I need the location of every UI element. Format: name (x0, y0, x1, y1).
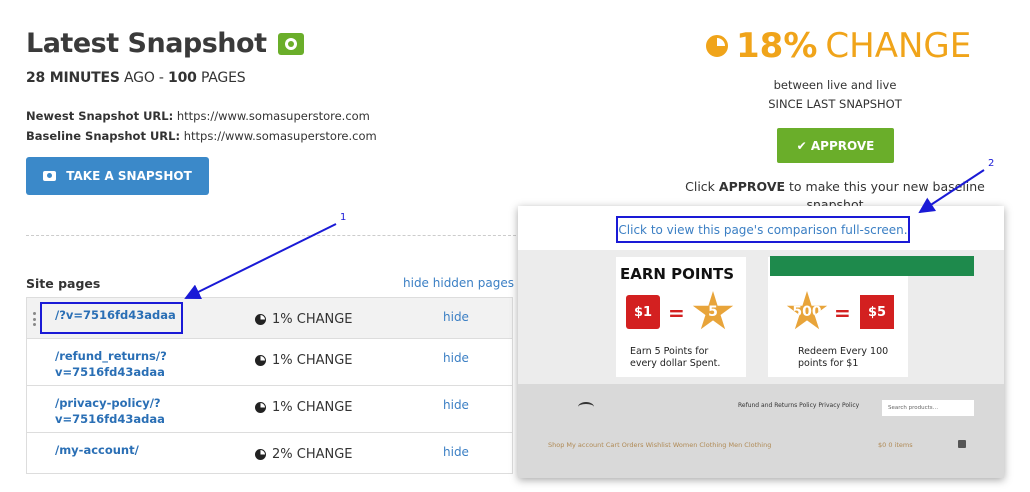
take-snapshot-label: TAKE A SNAPSHOT (66, 169, 192, 183)
site-logo-icon (578, 402, 594, 412)
site-search-input: Search products… (882, 400, 974, 416)
annotation-highlight-1 (40, 302, 183, 334)
earn-points-banner: EARN POINTS $1 = 5 Earn 5 Points for eve… (616, 257, 746, 377)
page-change-value: 1% CHANGE (272, 353, 353, 368)
page-change: 2% CHANGE (255, 447, 353, 462)
newest-url-label: Newest Snapshot URL: (26, 109, 174, 123)
cart-icon (958, 440, 966, 448)
time-ago-suffix: AGO (124, 70, 155, 86)
earn-points-title: EARN POINTS (620, 265, 735, 283)
table-row: /my-account/ 2% CHANGE hide (27, 433, 512, 473)
page-screenshot-preview: EARN POINTS $1 = 5 Earn 5 Points for eve… (518, 250, 1004, 478)
site-footer-links: Refund and Returns Policy Privacy Policy (738, 402, 860, 409)
approve-note: Click APPROVE to make this your new base… (660, 178, 1010, 206)
site-pages-heading: Site pages (26, 276, 101, 291)
earn-caption-line-1: Earn 5 Points for (630, 346, 709, 357)
equals-sign: = (668, 301, 685, 325)
comparison-line: between live and live (773, 78, 897, 92)
overall-change-percent: 18% (736, 26, 818, 66)
snapshot-meta: 28 MINUTES AGO - 100 PAGES (26, 70, 246, 86)
equals-sign: = (834, 301, 851, 325)
page-change: 1% CHANGE (255, 400, 353, 415)
page-path-link[interactable]: /refund_returns/?v=7516fd43adaa (55, 348, 205, 380)
approve-note-suffix: to make this your new baseline snapshot (789, 179, 985, 206)
overall-change-word: CHANGE (825, 26, 972, 66)
earn-caption-line-2: every dollar Spent. (630, 358, 721, 369)
annotation-marker-1: 1 (340, 212, 347, 223)
time-ago-value: 28 MINUTES (26, 70, 120, 86)
newest-snapshot-url: Newest Snapshot URL: https://www.somasup… (26, 109, 370, 123)
site-announcement-bar (770, 256, 974, 276)
hide-hidden-pages-link[interactable]: hide hidden pages (403, 276, 514, 290)
points-star-icon: 500 (786, 291, 828, 330)
pie-chart-icon (255, 402, 266, 413)
hide-page-link[interactable]: hide (443, 398, 469, 412)
page-change-value: 2% CHANGE (272, 447, 353, 462)
approve-button[interactable]: ✔ APPROVE (777, 128, 894, 163)
page-path-link[interactable]: /my-account/ (55, 442, 205, 458)
redeem-caption-line-1: Redeem Every 100 (798, 346, 889, 357)
table-row: /refund_returns/?v=7516fd43adaa 1% CHANG… (27, 339, 512, 386)
points-star-icon: 5 (692, 291, 734, 330)
drag-handle-icon[interactable] (33, 312, 37, 326)
site-menu: Shop My account Cart Orders Wishlist Wom… (548, 441, 772, 449)
redeem-caption: Redeem Every 100 points for $1 (798, 346, 888, 370)
page-change-value: 1% CHANGE (272, 400, 353, 415)
pages-count: 100 (168, 70, 197, 86)
hide-page-link[interactable]: hide (443, 351, 469, 365)
approve-note-bold: APPROVE (718, 179, 786, 194)
table-row: /privacy-policy/?v=7516fd43adaa 1% CHANG… (27, 386, 512, 433)
page-change: 1% CHANGE (255, 353, 353, 368)
take-snapshot-button[interactable]: TAKE A SNAPSHOT (26, 157, 209, 195)
page-path-link[interactable]: /privacy-policy/?v=7516fd43adaa (55, 395, 205, 427)
baseline-url-value: https://www.somasuperstore.com (183, 129, 377, 143)
hide-page-link[interactable]: hide (443, 310, 469, 324)
earn-caption: Earn 5 Points for every dollar Spent. (630, 346, 720, 370)
section-divider (26, 235, 516, 236)
pie-chart-icon (706, 35, 728, 57)
pie-chart-icon (255, 355, 266, 366)
camera-icon (278, 32, 305, 55)
redeem-caption-line-2: points for $1 (798, 358, 859, 369)
baseline-url-label: Baseline Snapshot URL: (26, 129, 181, 143)
meta-separator: - (158, 70, 164, 86)
overall-change: 18% CHANGE (706, 26, 971, 66)
newest-url-value: https://www.somasuperstore.com (176, 109, 370, 123)
since-last-snapshot: SINCE LAST SNAPSHOT (768, 97, 902, 111)
page-change: 1% CHANGE (255, 312, 353, 327)
page-change-value: 1% CHANGE (272, 312, 353, 327)
page-title: Latest Snapshot (26, 28, 305, 59)
site-header-strip: Refund and Returns Policy Privacy Policy… (518, 384, 1004, 478)
camera-icon (43, 171, 57, 181)
pie-chart-icon (255, 449, 266, 460)
comparison-preview-popup[interactable]: Click to view this page's comparison ful… (518, 206, 1004, 478)
baseline-snapshot-url: Baseline Snapshot URL: https://www.somas… (26, 129, 377, 143)
shopping-bag-icon: $1 (626, 295, 660, 329)
site-cart-total: $0 0 items (878, 441, 913, 449)
gift-box-icon: $5 (860, 295, 894, 329)
annotation-marker-2: 2 (988, 158, 995, 169)
fullscreen-comparison-link[interactable]: Click to view this page's comparison ful… (616, 216, 910, 243)
approve-note-prefix: Click (685, 179, 715, 194)
pages-label: PAGES (200, 70, 246, 86)
page-title-text: Latest Snapshot (26, 28, 267, 59)
hide-page-link[interactable]: hide (443, 445, 469, 459)
pie-chart-icon (255, 314, 266, 325)
